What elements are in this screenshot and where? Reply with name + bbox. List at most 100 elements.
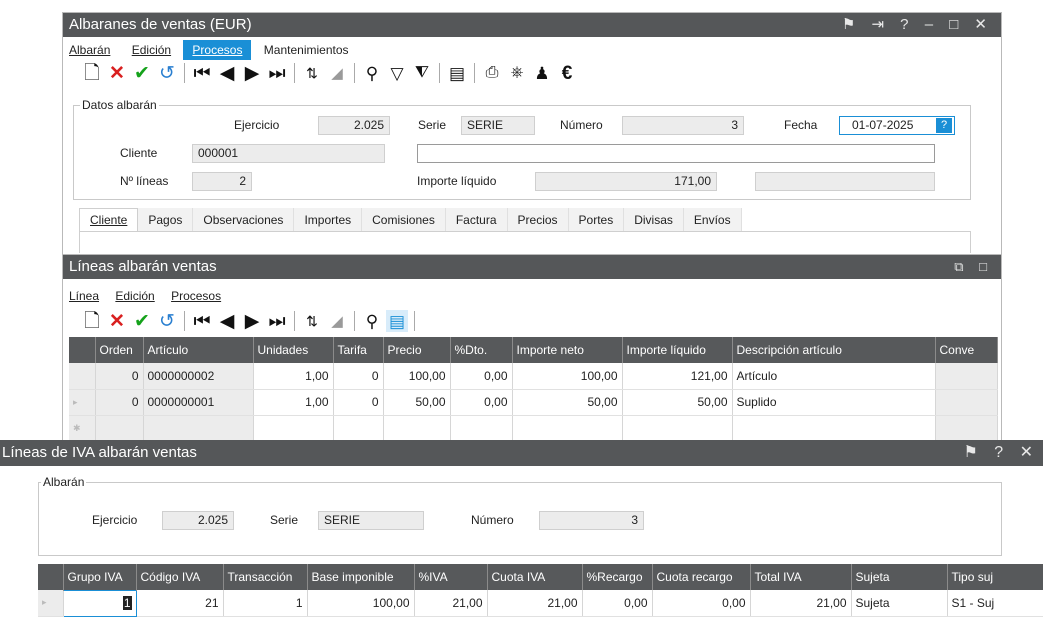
table-row-empty[interactable]: ✱: [69, 415, 998, 442]
cliente-field[interactable]: 000001: [192, 144, 385, 163]
tab-portes[interactable]: Portes: [568, 208, 625, 232]
cell-grupo-iva[interactable]: 1: [62, 589, 137, 617]
filter-clear-icon[interactable]: ◢: [326, 310, 348, 332]
filter-icon[interactable]: ▽: [386, 62, 408, 84]
cell-iva[interactable]: 21,00: [414, 590, 488, 617]
menu-linea[interactable]: Línea: [69, 286, 108, 306]
importe-liquido-field[interactable]: 171,00: [535, 172, 717, 191]
albaranes-titlebar[interactable]: Albaranes de ventas (EUR) ⚑ ⇥ ? – □ ✕: [63, 13, 1001, 37]
sort-icon[interactable]: ⇅: [301, 62, 323, 84]
tab-comisiones[interactable]: Comisiones: [362, 208, 446, 232]
cell-codigo-iva[interactable]: 21: [136, 590, 224, 617]
cell-orden[interactable]: 0: [95, 363, 144, 390]
numero-field[interactable]: 3: [539, 511, 644, 530]
column-header[interactable]: Conve: [935, 337, 998, 363]
menu-edicion[interactable]: Edición: [123, 40, 180, 60]
cell-cuota-recargo[interactable]: 0,00: [652, 590, 751, 617]
column-header[interactable]: Artículo: [143, 337, 254, 363]
menu-mantenimientos[interactable]: Mantenimientos: [255, 40, 358, 60]
next-icon[interactable]: ▶: [241, 310, 263, 332]
cell-importe-liquido[interactable]: 121,00: [622, 363, 733, 390]
accept-icon[interactable]: ✔: [131, 310, 153, 332]
search-icon[interactable]: ⚲: [361, 310, 383, 332]
column-header[interactable]: Importe neto: [512, 337, 623, 363]
cell-orden[interactable]: 0: [95, 389, 144, 416]
cell-precio[interactable]: 100,00: [383, 363, 451, 390]
cell-importe-neto[interactable]: 50,00: [512, 389, 623, 416]
window-controls[interactable]: ⚑ ? ✕: [963, 440, 1039, 466]
cell-tarifa[interactable]: 0: [333, 389, 384, 416]
cell-total-iva[interactable]: 21,00: [750, 590, 852, 617]
column-header[interactable]: Importe líquido: [622, 337, 733, 363]
column-header[interactable]: Sujeta: [851, 564, 948, 590]
tab-importes[interactable]: Importes: [294, 208, 363, 232]
serie-field[interactable]: SERIE: [461, 116, 535, 135]
cell-unidades[interactable]: 1,00: [253, 389, 334, 416]
filter-clear-icon[interactable]: ◢: [326, 62, 348, 84]
cell-conve[interactable]: [935, 389, 998, 416]
column-header[interactable]: Total IVA: [750, 564, 852, 590]
column-header[interactable]: Base imponible: [307, 564, 415, 590]
empty-cell[interactable]: [935, 415, 998, 442]
empty-cell[interactable]: [732, 415, 936, 442]
empty-cell[interactable]: [143, 415, 254, 442]
undo-icon[interactable]: ↺: [156, 310, 178, 332]
cell-conve[interactable]: [935, 363, 998, 390]
table-row[interactable]: ▸ 1 21 1 100,00 21,00 21,00 0,00 0,00 21…: [38, 589, 1043, 617]
empty-cell[interactable]: [333, 415, 384, 442]
cell-articulo[interactable]: 0000000001: [143, 389, 254, 416]
column-header[interactable]: Tipo suj: [947, 564, 1043, 590]
accept-icon[interactable]: ✔: [131, 62, 153, 84]
tab-pagos[interactable]: Pagos: [138, 208, 194, 232]
column-header[interactable]: Precio: [383, 337, 451, 363]
cell-dto[interactable]: 0,00: [450, 389, 513, 416]
column-header[interactable]: Cuota IVA: [487, 564, 583, 590]
cell-sujeta[interactable]: Sujeta: [851, 590, 948, 617]
euro-icon[interactable]: €: [556, 62, 578, 84]
print-setup-icon[interactable]: ⎈: [506, 62, 528, 84]
cell-precio[interactable]: 50,00: [383, 389, 451, 416]
search-icon[interactable]: ⚲: [361, 62, 383, 84]
column-header[interactable]: Grupo IVA: [63, 564, 137, 590]
row-selector[interactable]: ▸: [69, 389, 96, 416]
tab-cliente[interactable]: Cliente: [79, 208, 139, 232]
sort-icon[interactable]: ⇅: [301, 310, 323, 332]
column-header[interactable]: %IVA: [414, 564, 488, 590]
delete-icon[interactable]: ✕: [106, 310, 128, 332]
last-icon[interactable]: ⏭: [266, 62, 288, 84]
window-controls[interactable]: ⧉ □: [954, 255, 993, 279]
nlineas-field[interactable]: 2: [192, 172, 252, 191]
empty-cell[interactable]: [95, 415, 144, 442]
cell-dto[interactable]: 0,00: [450, 363, 513, 390]
empty-cell[interactable]: [622, 415, 733, 442]
tab-divisas[interactable]: Divisas: [624, 208, 684, 232]
grid-icon[interactable]: ▤: [446, 62, 468, 84]
column-header[interactable]: Orden: [95, 337, 144, 363]
serie-field[interactable]: SERIE: [318, 511, 424, 530]
prev-icon[interactable]: ◀: [216, 62, 238, 84]
cell-recargo[interactable]: 0,00: [582, 590, 653, 617]
importe-extra-field[interactable]: [755, 172, 935, 191]
undo-icon[interactable]: ↺: [156, 62, 178, 84]
window-controls[interactable]: ⚑ ⇥ ? – □ ✕: [842, 13, 993, 37]
cell-articulo[interactable]: 0000000002: [143, 363, 254, 390]
cell-unidades[interactable]: 1,00: [253, 363, 334, 390]
delete-icon[interactable]: ✕: [106, 62, 128, 84]
column-header[interactable]: %Recargo: [582, 564, 653, 590]
user-icon[interactable]: ♟: [531, 62, 553, 84]
tab-factura[interactable]: Factura: [445, 208, 508, 232]
menu-albaran[interactable]: Albarán: [69, 40, 119, 60]
menu-edicion[interactable]: Edición: [111, 286, 163, 306]
empty-cell[interactable]: [450, 415, 513, 442]
new-icon[interactable]: 🗋: [81, 310, 103, 332]
cliente-nombre-field[interactable]: [417, 144, 935, 163]
column-header[interactable]: %Dto.: [450, 337, 513, 363]
cell-tipo-sujeta[interactable]: S1 - Suj: [947, 590, 1043, 617]
column-header[interactable]: Unidades: [253, 337, 334, 363]
next-icon[interactable]: ▶: [241, 62, 263, 84]
menu-procesos[interactable]: Procesos: [167, 286, 230, 306]
column-header[interactable]: Código IVA: [136, 564, 224, 590]
filter-remove-icon[interactable]: ⧨: [411, 62, 433, 84]
empty-cell[interactable]: [253, 415, 334, 442]
cell-base-imponible[interactable]: 100,00: [307, 590, 415, 617]
